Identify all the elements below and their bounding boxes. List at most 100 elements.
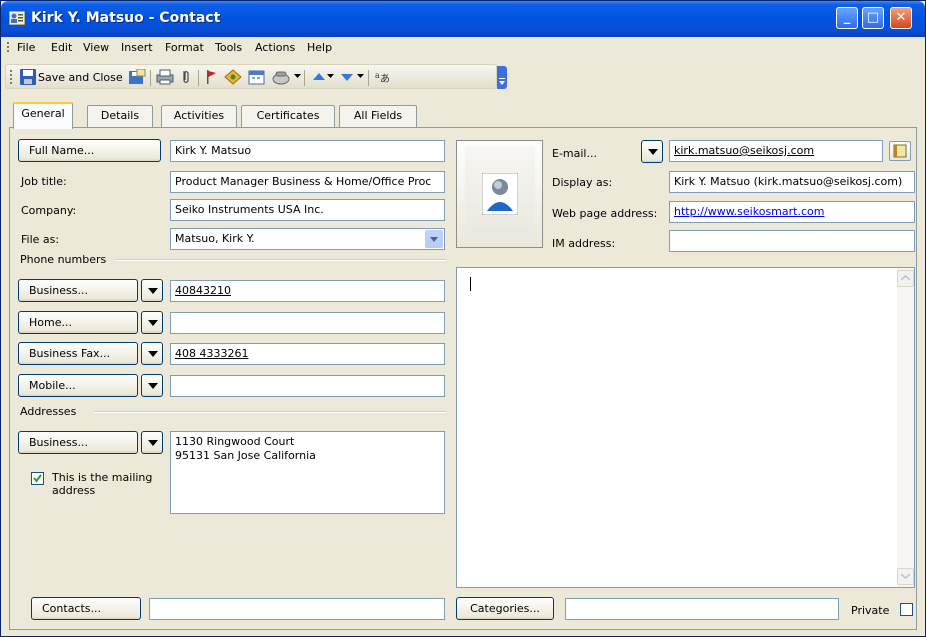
- previous-item-icon[interactable]: [312, 69, 326, 85]
- tab-all-fields[interactable]: All Fields: [339, 105, 417, 127]
- grip-icon: [7, 42, 9, 52]
- address-book-icon: [893, 144, 907, 158]
- menu-format[interactable]: Format: [165, 41, 204, 54]
- close-button[interactable]: ✕: [890, 7, 912, 29]
- phone-mobile-field[interactable]: [170, 375, 445, 397]
- chevron-down-icon: [148, 288, 158, 294]
- im-address-field[interactable]: [669, 230, 915, 252]
- phone-numbers-heading: Phone numbers: [20, 253, 107, 266]
- address-book-button[interactable]: [889, 141, 911, 161]
- display-as-field[interactable]: Kirk Y. Matsuo (kirk.matsuo@seikosj.com): [669, 171, 915, 193]
- contact-card-icon: [9, 11, 25, 25]
- notes-scrollbar[interactable]: [897, 268, 914, 587]
- toolbar-grip-icon: [10, 70, 12, 84]
- chevron-down-icon[interactable]: [425, 230, 443, 248]
- maximize-button[interactable]: □: [862, 7, 884, 29]
- title-bar[interactable]: Kirk Y. Matsuo - Contact _ □ ✕: [1, 1, 925, 37]
- tab-certificates[interactable]: Certificates: [241, 105, 335, 127]
- toolbar-options-icon: [499, 78, 505, 85]
- email-button[interactable]: E-mail...: [552, 147, 597, 160]
- scroll-down-button[interactable]: [897, 568, 914, 585]
- categories-field[interactable]: [565, 598, 839, 620]
- menu-view[interactable]: View: [83, 41, 109, 54]
- contact-window: Kirk Y. Matsuo - Contact _ □ ✕ File Edit…: [0, 0, 926, 637]
- attach-icon[interactable]: [180, 69, 192, 85]
- svg-text:あ: あ: [380, 73, 390, 85]
- chevron-down-icon: [648, 149, 658, 155]
- flag-icon[interactable]: [204, 69, 218, 85]
- next-item-icon[interactable]: [340, 69, 354, 85]
- categorize-icon[interactable]: [224, 69, 242, 85]
- address-type-dropdown[interactable]: [141, 431, 163, 454]
- group-divider: [94, 411, 446, 413]
- file-as-label: File as:: [21, 233, 60, 246]
- chevron-up-icon: [901, 275, 910, 281]
- menu-tools[interactable]: Tools: [215, 41, 242, 54]
- chevron-down-icon[interactable]: [357, 74, 364, 90]
- categories-button[interactable]: Categories...: [456, 597, 554, 620]
- tab-general[interactable]: General: [13, 102, 73, 129]
- phone-business-fax-button[interactable]: Business Fax...: [18, 342, 138, 365]
- call-icon[interactable]: [272, 69, 290, 85]
- phone-mobile-button[interactable]: Mobile...: [18, 374, 138, 397]
- contacts-button[interactable]: Contacts...: [31, 597, 141, 620]
- standard-toolbar: Save and Close a あ: [1, 62, 925, 92]
- chevron-down-icon[interactable]: [294, 74, 301, 90]
- full-name-field[interactable]: Kirk Y. Matsuo: [170, 140, 445, 162]
- menu-actions[interactable]: Actions: [255, 41, 295, 54]
- full-name-button[interactable]: Full Name...: [18, 139, 161, 162]
- chevron-down-icon[interactable]: [327, 74, 334, 90]
- group-divider: [115, 259, 446, 261]
- text-cursor: [470, 277, 471, 291]
- calendar-icon[interactable]: [248, 69, 266, 85]
- web-page-field[interactable]: http://www.seikosmart.com: [669, 201, 915, 223]
- file-as-combo[interactable]: Matsuo, Kirk Y.: [170, 228, 445, 250]
- toolbar-separator: [198, 70, 199, 86]
- phone-business-fax-field[interactable]: 408 4333261: [170, 343, 445, 365]
- encoding-icon[interactable]: a あ: [374, 69, 394, 85]
- im-address-label: IM address:: [552, 237, 616, 250]
- email-field[interactable]: kirk.matsuo@seikosj.com: [669, 140, 883, 162]
- menu-insert[interactable]: Insert: [121, 41, 153, 54]
- email-dropdown[interactable]: [641, 140, 663, 163]
- chevron-down-icon: [148, 383, 158, 389]
- phone-home-dropdown[interactable]: [141, 311, 163, 334]
- tab-details[interactable]: Details: [87, 105, 153, 127]
- window-title: Kirk Y. Matsuo - Contact: [31, 10, 221, 26]
- phone-home-button[interactable]: Home...: [18, 311, 138, 334]
- addresses-heading: Addresses: [20, 405, 77, 418]
- phone-business-button[interactable]: Business...: [18, 279, 138, 302]
- private-checkbox[interactable]: [900, 603, 913, 616]
- scroll-up-button[interactable]: [897, 270, 914, 287]
- address-business-button[interactable]: Business...: [18, 431, 138, 454]
- phone-business-fax-dropdown[interactable]: [141, 342, 163, 365]
- minimize-icon: _: [843, 10, 851, 25]
- contacts-field[interactable]: [149, 598, 445, 620]
- toolbar-options-button[interactable]: [497, 66, 507, 89]
- print-icon[interactable]: [156, 69, 174, 85]
- notes-textarea[interactable]: [456, 267, 915, 588]
- menu-help[interactable]: Help: [307, 41, 332, 54]
- minimize-button[interactable]: _: [836, 7, 858, 29]
- phone-business-dropdown[interactable]: [141, 279, 163, 302]
- save-copy-icon[interactable]: [128, 69, 146, 85]
- menu-edit[interactable]: Edit: [51, 41, 72, 54]
- contact-picture-button[interactable]: [456, 140, 543, 248]
- checkmark-icon: [33, 474, 42, 483]
- chevron-down-icon: [148, 351, 158, 357]
- tab-activities[interactable]: Activities: [161, 105, 237, 127]
- save-and-close-button[interactable]: Save and Close: [38, 71, 123, 84]
- chevron-down-icon: [148, 320, 158, 326]
- save-icon[interactable]: [20, 69, 36, 85]
- company-field[interactable]: Seiko Instruments USA Inc.: [170, 199, 445, 221]
- address-field[interactable]: 1130 Ringwood Court 95131 San Jose Calif…: [170, 431, 445, 514]
- job-title-field[interactable]: Product Manager Business & Home/Office P…: [170, 171, 445, 193]
- contact-picture-frame: [465, 146, 535, 242]
- phone-mobile-dropdown[interactable]: [141, 374, 163, 397]
- mailing-address-checkbox[interactable]: [31, 472, 44, 485]
- maximize-icon: □: [866, 10, 880, 25]
- menu-file[interactable]: File: [17, 41, 35, 54]
- phone-home-field[interactable]: [170, 312, 445, 334]
- phone-business-field[interactable]: 40843210: [170, 280, 445, 302]
- chevron-down-icon: [901, 573, 910, 579]
